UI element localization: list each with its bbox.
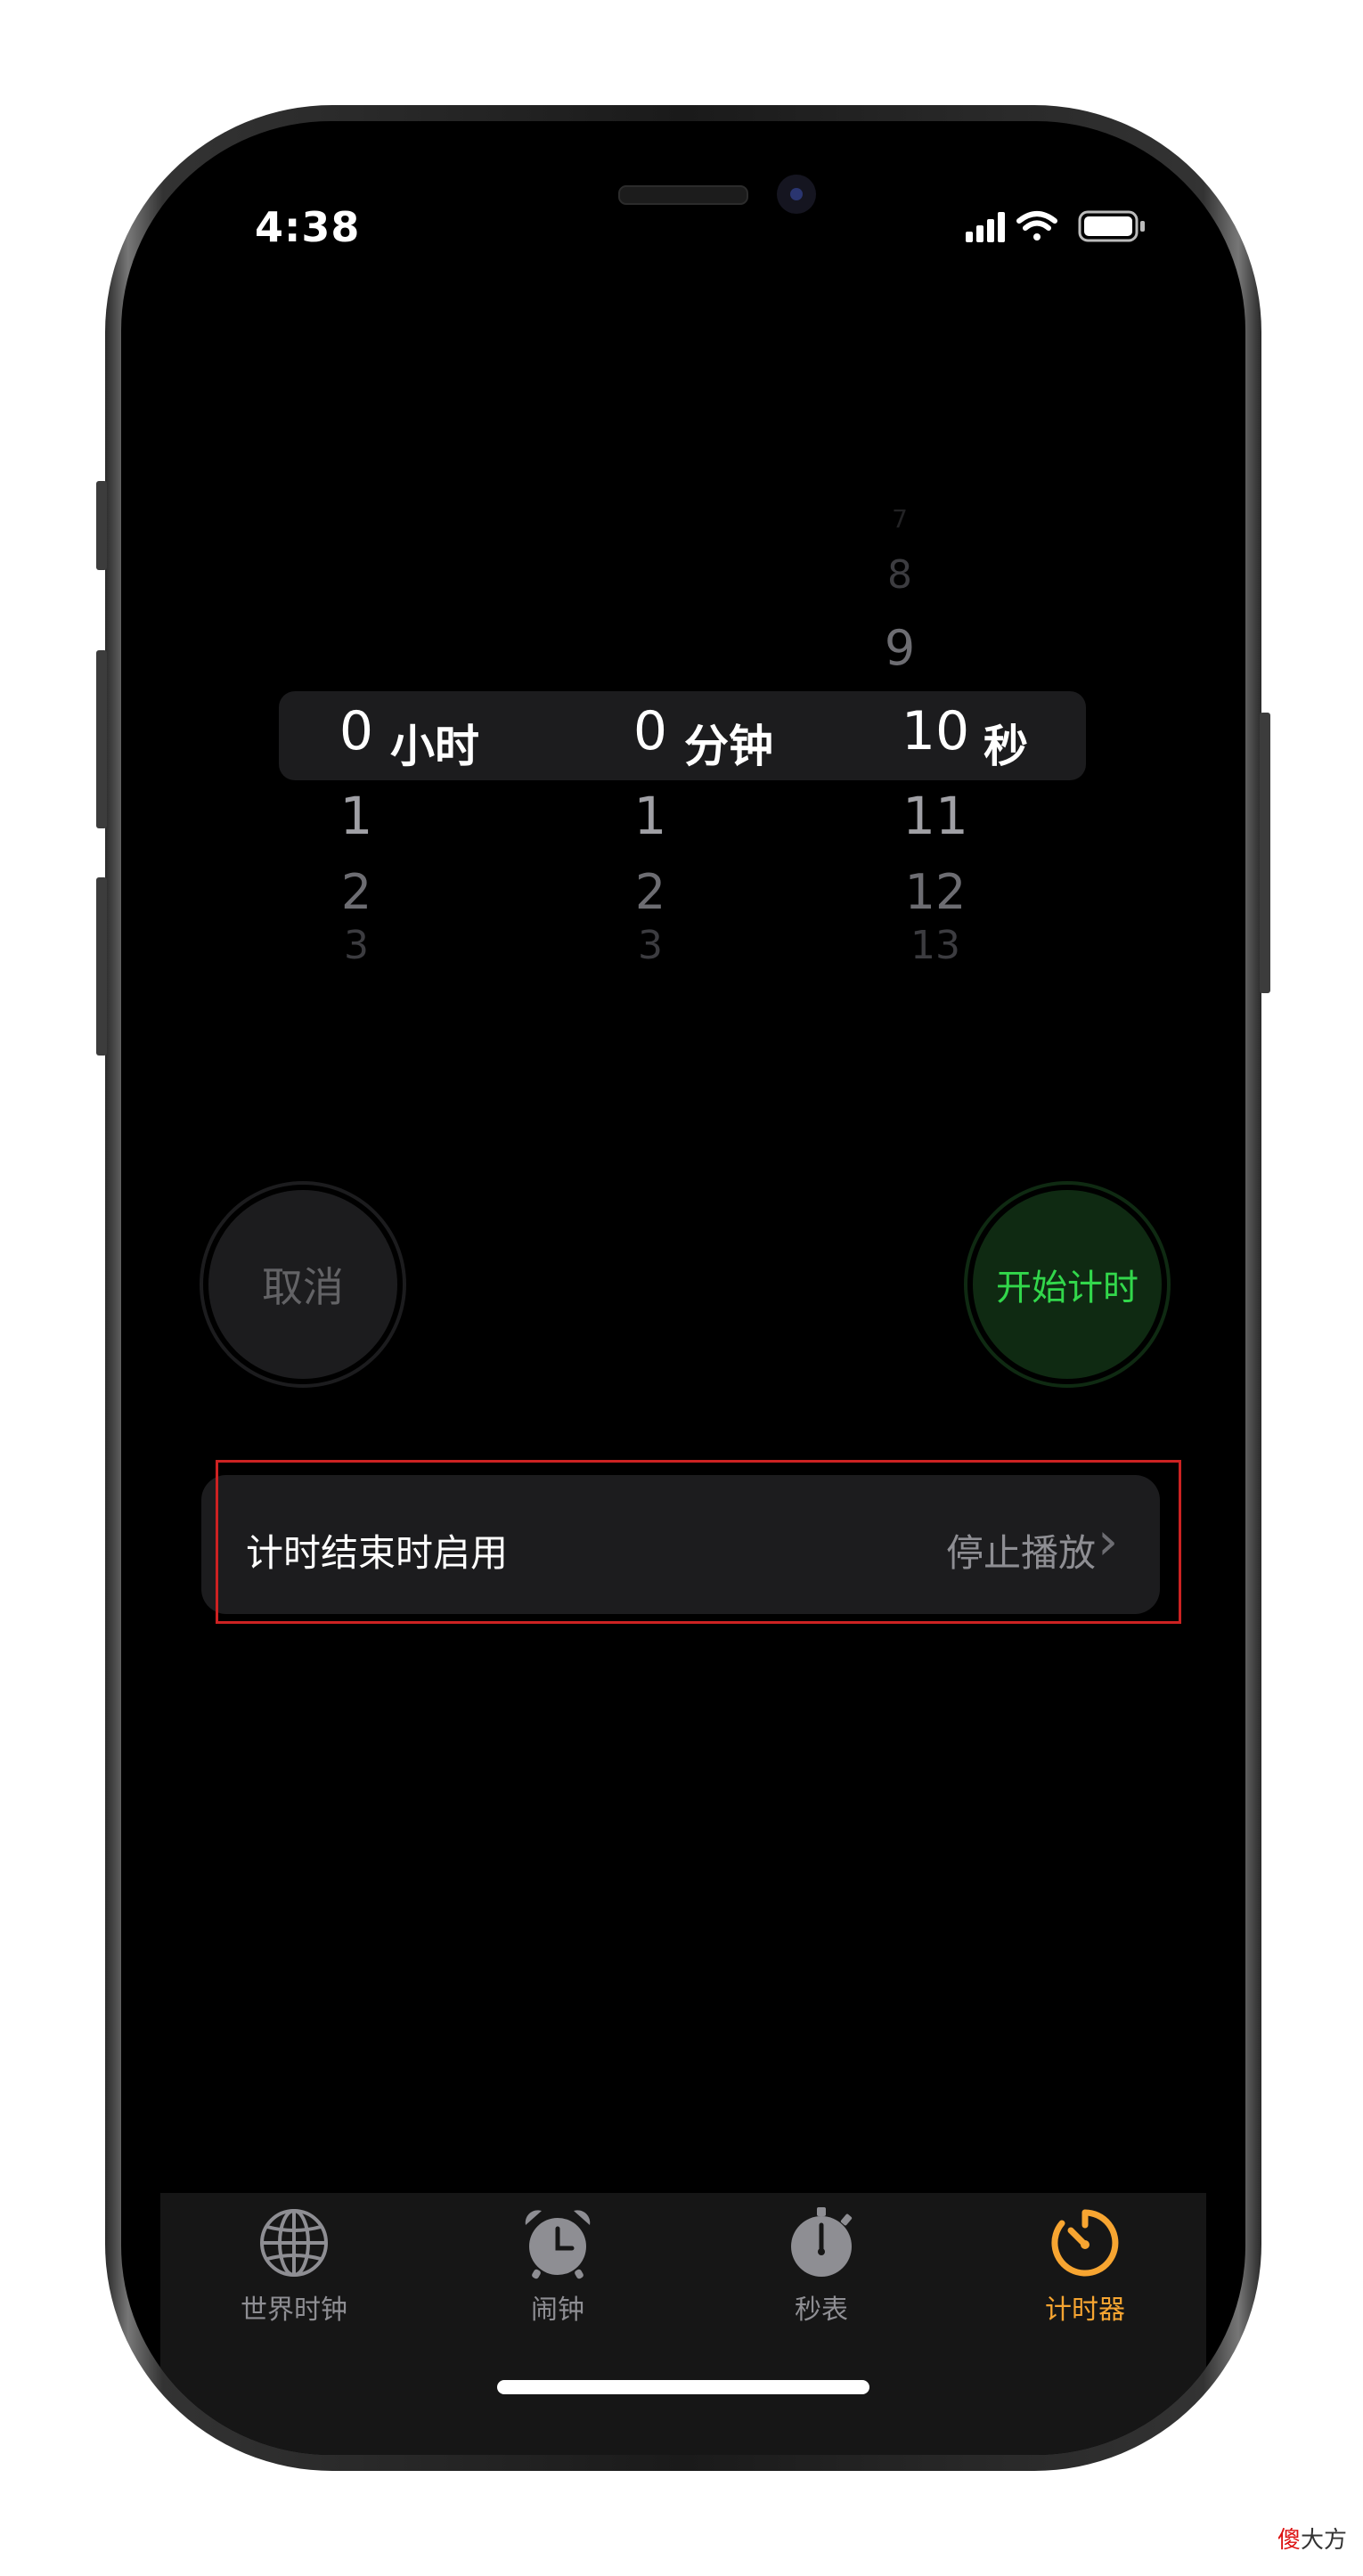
tab-timer-label: 计时器 xyxy=(1045,2295,1125,2326)
seconds-next-3: 13 xyxy=(910,923,960,968)
highlight-box xyxy=(216,1460,1181,1624)
seconds-prev-1: 9 xyxy=(884,620,916,676)
silent-switch xyxy=(96,481,107,570)
start-timer-button[interactable]: 开始计时 xyxy=(973,1190,1162,1379)
screen: 4:38 0 小时 1 2 3 0 分钟 1 2 3 7 8 9 10 秒 11… xyxy=(121,121,1245,2455)
hours-next-3: 3 xyxy=(344,923,369,968)
signal-icon xyxy=(966,212,1005,242)
seconds-next-2: 12 xyxy=(904,864,967,920)
seconds-selected: 10 xyxy=(901,700,970,762)
earpiece-speaker xyxy=(618,185,748,205)
hours-next-1: 1 xyxy=(339,786,373,846)
tab-alarm-label: 闹钟 xyxy=(531,2295,584,2326)
tab-alarm[interactable]: 闹钟 xyxy=(469,2205,647,2327)
minutes-next-2: 2 xyxy=(634,864,666,920)
seconds-prev-2: 8 xyxy=(887,552,912,598)
stopwatch-icon xyxy=(791,2207,853,2277)
watermark-prefix: 傻 xyxy=(1277,2527,1301,2554)
seconds-unit: 秒 xyxy=(983,721,1028,772)
cancel-button[interactable]: 取消 xyxy=(208,1190,397,1379)
hours-next-2: 2 xyxy=(340,864,372,920)
timer-icon xyxy=(1051,2209,1119,2277)
front-camera xyxy=(777,175,816,214)
watermark: 傻大方 xyxy=(1277,2522,1347,2555)
minutes-unit: 分钟 xyxy=(684,721,773,772)
tab-world-clock[interactable]: 世界时钟 xyxy=(205,2205,383,2327)
tab-world-clock-label: 世界时钟 xyxy=(241,2295,347,2326)
minutes-next-1: 1 xyxy=(633,786,667,846)
seconds-prev-3: 7 xyxy=(892,504,908,534)
power-button xyxy=(1260,713,1270,993)
wifi-icon xyxy=(1016,211,1057,240)
alarm-icon xyxy=(525,2210,591,2279)
volume-down-button xyxy=(96,877,107,1056)
tab-timer[interactable]: 计时器 xyxy=(996,2205,1174,2327)
seconds-next-1: 11 xyxy=(902,786,968,846)
minutes-next-3: 3 xyxy=(638,923,663,968)
battery-icon xyxy=(1078,210,1145,242)
home-indicator[interactable] xyxy=(497,2380,869,2394)
minutes-selected: 0 xyxy=(633,700,668,762)
hours-unit: 小时 xyxy=(390,721,479,772)
tab-stopwatch-label: 秒表 xyxy=(795,2295,848,2326)
globe-icon xyxy=(260,2209,328,2277)
hours-selected: 0 xyxy=(339,700,374,762)
watermark-text: 大方 xyxy=(1300,2527,1347,2554)
status-icons xyxy=(966,210,1145,242)
volume-up-button xyxy=(96,650,107,828)
status-time: 4:38 xyxy=(255,203,361,251)
tab-stopwatch[interactable]: 秒表 xyxy=(732,2205,910,2327)
